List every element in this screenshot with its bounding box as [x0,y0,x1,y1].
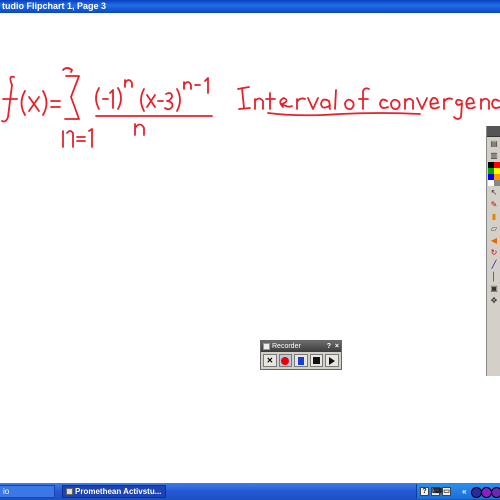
stop-button[interactable] [309,354,324,367]
question-ink [237,86,500,120]
eraser-icon[interactable]: ▱ [488,223,500,234]
tray-collapse-button[interactable]: « [462,486,466,497]
cancel-recording-button[interactable]: ✕ [263,354,277,367]
flipchart-icon[interactable]: ▥ [488,150,500,161]
window-title: tudio Flipchart 1, Page 3 [2,1,107,11]
recorder-help-button[interactable]: ? [327,341,331,352]
activstudio-toolbox: ▤ ▥ ↖ ✎ ▮ ▱ ◀ ↻ ╱ │ ▣ ✥ [486,126,500,376]
recorder-window: Recorder ? × ✕ [260,340,342,370]
back-icon[interactable]: ◀ [488,235,500,246]
function-label-ink [1,75,61,123]
window-title-bar: tudio Flipchart 1, Page 3 [0,0,500,13]
recorder-title-bar[interactable]: Recorder ? × [261,341,341,352]
taskbar-item-activstudio[interactable]: Promethean Activstu... [62,485,166,498]
camera-icon[interactable]: ▣ [488,283,500,294]
record-button[interactable] [278,354,293,367]
line-icon[interactable]: ╱ [488,259,500,270]
keyboard-tray-icon[interactable]: ⌨ [431,487,442,496]
highlighter-icon[interactable]: ▮ [488,211,500,222]
shape-icon[interactable]: │ [488,271,500,282]
play-button[interactable] [325,354,339,367]
x-icon: ✕ [266,356,274,365]
volume-tray-icon[interactable] [491,487,500,498]
play-icon [329,356,336,365]
recorder-title: Recorder [272,343,301,350]
pointer-icon[interactable]: ✥ [488,295,500,306]
recorder-close-button[interactable]: × [335,341,339,352]
stop-icon [313,357,321,364]
taskbar-item-partial[interactable]: io [0,485,55,498]
flipchart-canvas[interactable] [0,13,500,483]
pause-button[interactable] [294,354,308,367]
summation-ink [62,67,93,148]
activstudio-icon [66,488,73,495]
system-tray: ? ⌨ ▭ « [416,484,500,499]
handwriting-ink [1,67,500,148]
windows-taskbar: io Promethean Activstu... ? ⌨ ▭ « [0,483,500,500]
color-palette [488,162,500,186]
forward-icon[interactable]: ↻ [488,247,500,258]
taskbar-item-label: Promethean Activstu... [75,487,162,496]
help-tray-icon[interactable]: ? [420,487,429,496]
numerator-ink [95,77,213,136]
recorder-app-icon [263,343,270,350]
pause-icon [297,356,304,365]
color-swatch-gray[interactable] [494,180,500,186]
select-icon[interactable]: ↖ [488,187,500,198]
recorder-controls: ✕ [261,352,341,369]
taskbar-item-partial-label: io [3,487,10,496]
record-icon [281,356,290,365]
toolbox-header[interactable] [487,126,500,137]
pages-icon[interactable]: ▤ [488,138,500,149]
monitor-tray-icon[interactable]: ▭ [442,487,451,496]
pen-icon[interactable]: ✎ [488,199,500,210]
